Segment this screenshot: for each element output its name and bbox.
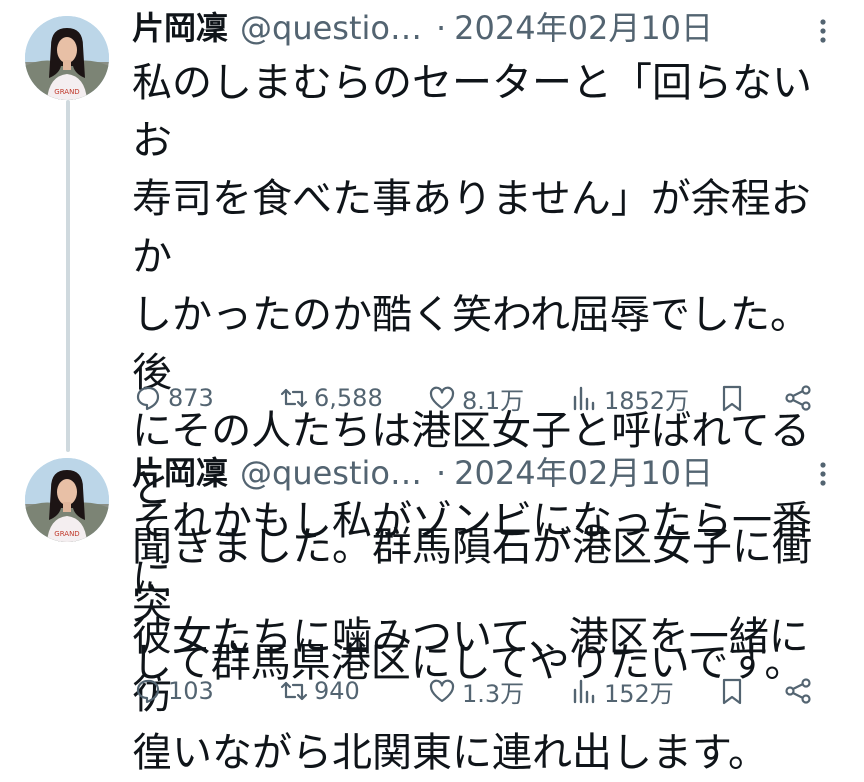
tweet-header: 片岡凜 @questio… · 2024年02月10日: [132, 453, 713, 493]
tweet-header: 片岡凜 @questio… · 2024年02月10日: [132, 8, 713, 48]
bookmark-icon: [722, 385, 742, 412]
bookmark-icon: [722, 678, 742, 705]
bookmark-button[interactable]: [716, 378, 752, 418]
views-icon: [573, 386, 595, 411]
separator-dot: ·: [435, 9, 447, 47]
view-count: 152万: [604, 679, 674, 708]
reply-count: 873: [168, 384, 214, 412]
share-icon: [785, 385, 811, 411]
repost-button[interactable]: 940: [278, 671, 360, 711]
tweet[interactable]: GRAND 片岡凜 @questio… · 2024年02月10日 それかもし私…: [0, 445, 864, 776]
tweet[interactable]: GRAND 片岡凜 @questio… · 2024年02月10日 私のしまむら…: [0, 0, 864, 686]
tweet-date[interactable]: 2024年02月10日: [454, 8, 713, 48]
avatar[interactable]: GRAND: [25, 16, 109, 100]
reply-icon: [136, 679, 160, 704]
repost-count: 6,588: [314, 384, 383, 412]
reply-button[interactable]: 103: [132, 671, 214, 711]
separator-dot: ·: [435, 454, 447, 492]
like-button[interactable]: 1.3万: [426, 671, 524, 711]
repost-button[interactable]: 6,588: [278, 378, 383, 418]
more-icon[interactable]: [808, 16, 838, 46]
tweet-date[interactable]: 2024年02月10日: [454, 453, 713, 493]
svg-text:GRAND: GRAND: [54, 88, 79, 96]
bookmark-button[interactable]: [716, 671, 752, 711]
like-count: 1.3万: [462, 679, 525, 708]
repost-icon: [280, 388, 308, 408]
avatar[interactable]: GRAND: [25, 458, 109, 542]
tweet-text: それかもし私がゾンビになったら一番に 彼女たちに噛みついて、港区を一緒に彷 徨い…: [132, 498, 812, 776]
tweet-actions: 873 6,588 8.1万 1852万: [130, 378, 830, 418]
share-button[interactable]: [782, 378, 818, 418]
view-count: 1852万: [604, 386, 690, 415]
views-button[interactable]: 152万: [568, 671, 674, 711]
share-button[interactable]: [782, 671, 818, 711]
svg-text:GRAND: GRAND: [54, 530, 79, 538]
like-button[interactable]: 8.1万: [426, 378, 524, 418]
tweet-actions: 103 940 1.3万 152万: [130, 671, 830, 711]
more-icon[interactable]: [808, 459, 838, 489]
views-icon: [573, 679, 595, 704]
like-count: 8.1万: [462, 386, 525, 415]
repost-count: 940: [314, 677, 360, 705]
author-name[interactable]: 片岡凜: [132, 453, 228, 493]
like-icon: [429, 386, 455, 410]
repost-icon: [280, 681, 308, 701]
author-handle[interactable]: @questio…: [240, 8, 422, 48]
author-handle[interactable]: @questio…: [240, 453, 422, 493]
views-button[interactable]: 1852万: [568, 378, 689, 418]
like-icon: [429, 679, 455, 703]
reply-count: 103: [168, 677, 214, 705]
reply-button[interactable]: 873: [132, 378, 214, 418]
author-name[interactable]: 片岡凜: [132, 8, 228, 48]
share-icon: [785, 678, 811, 704]
reply-icon: [136, 386, 160, 411]
